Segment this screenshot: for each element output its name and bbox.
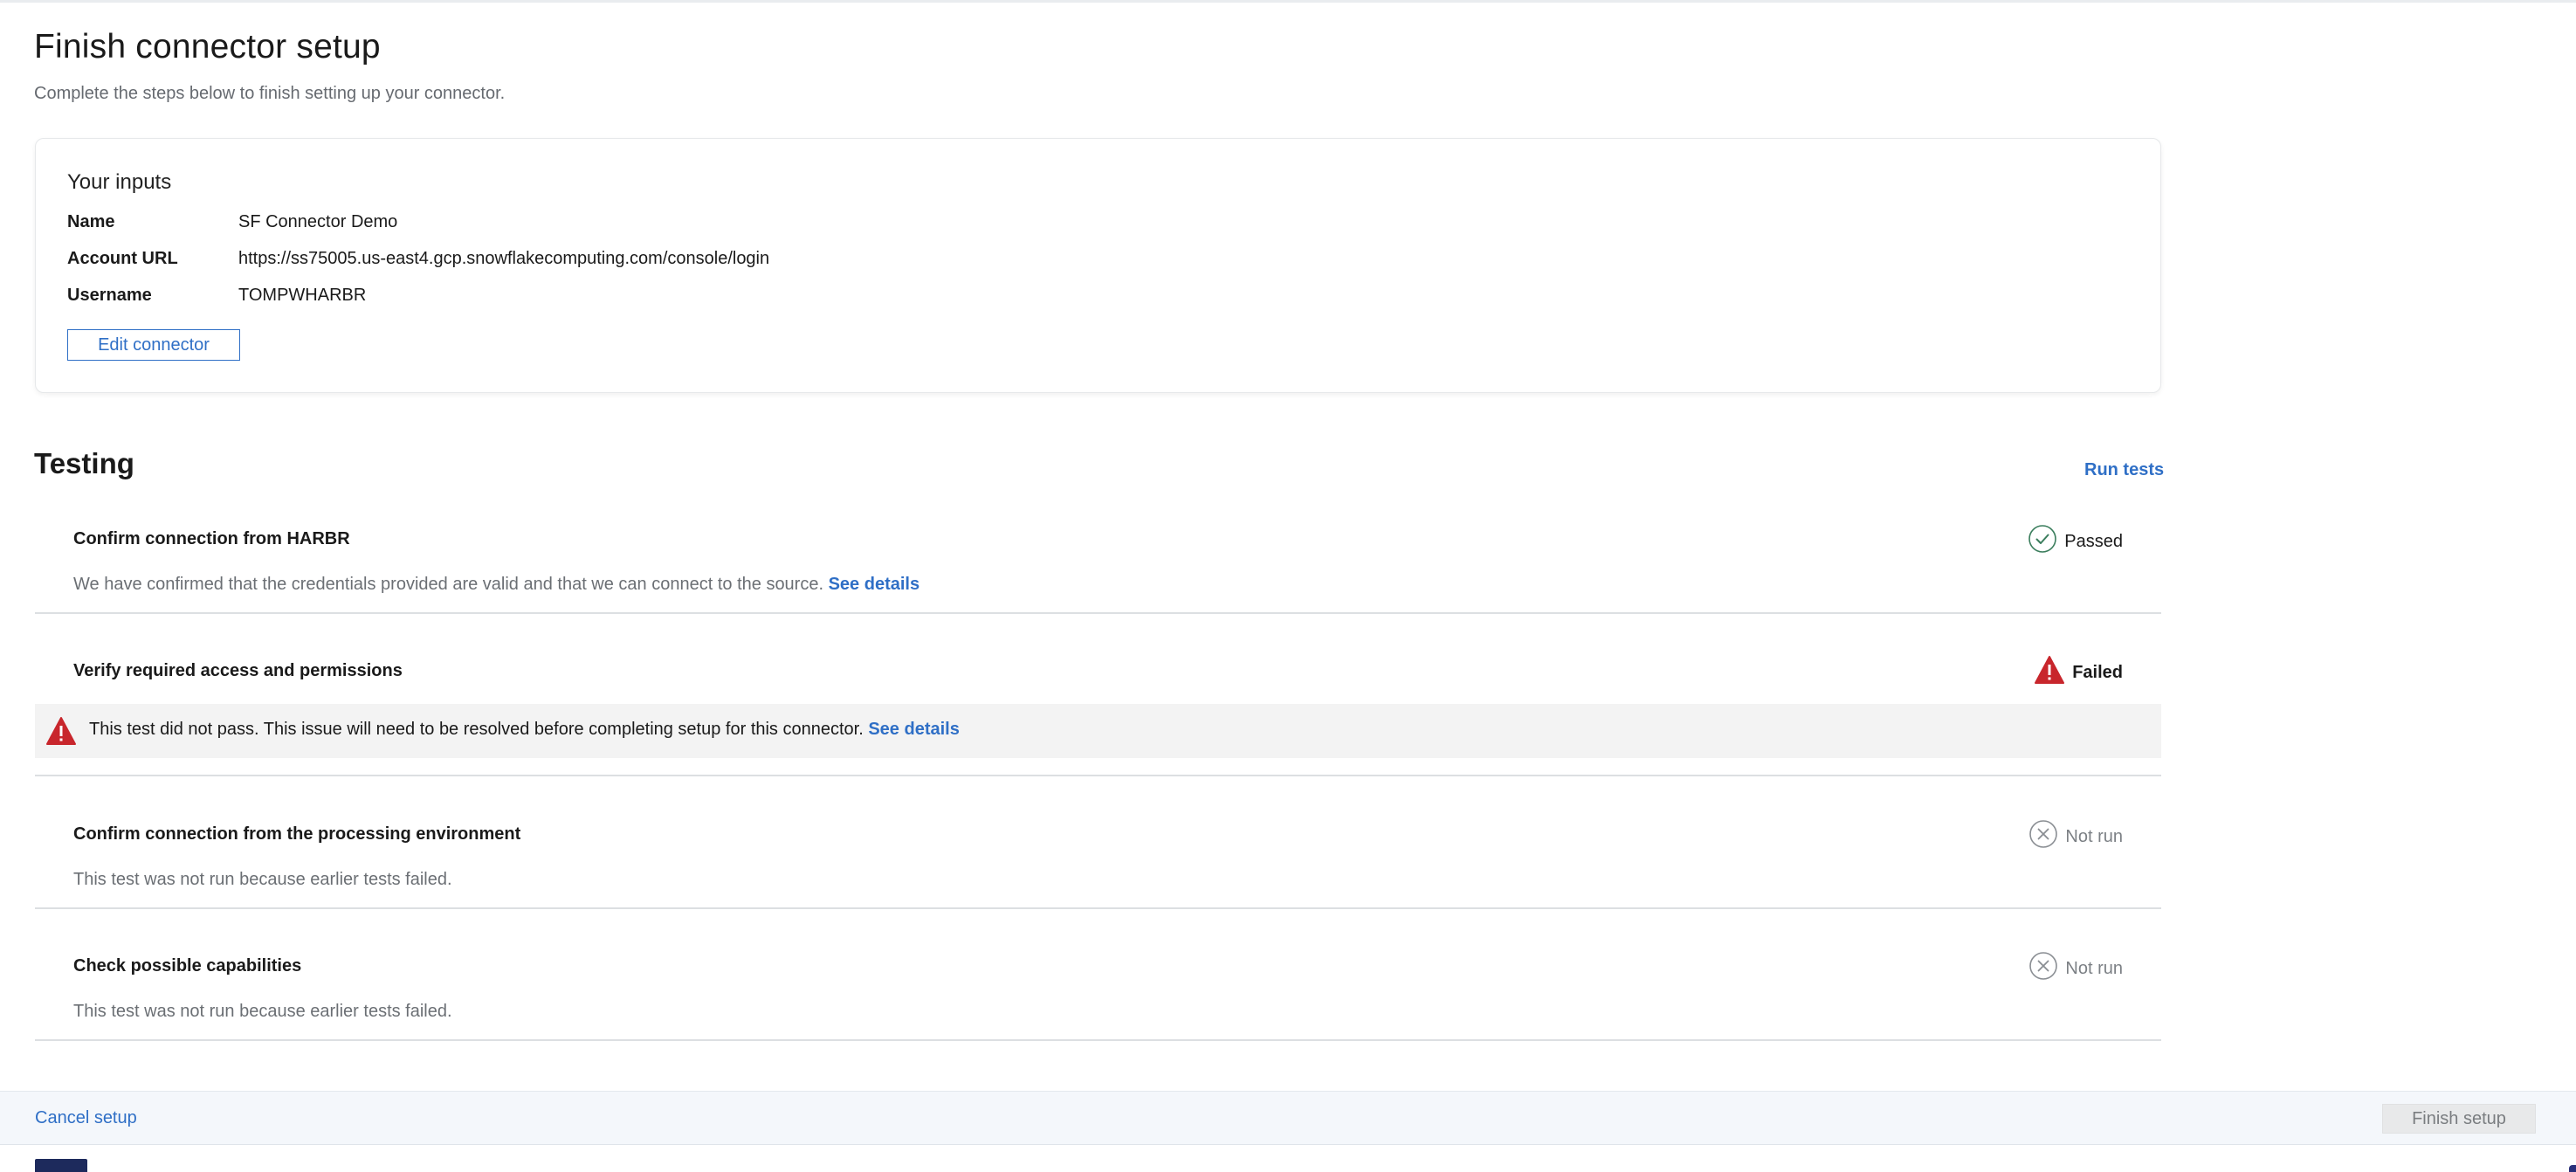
inputs-card: Your inputs Name SF Connector Demo Accou… bbox=[35, 138, 2161, 393]
field-value: SF Connector Demo bbox=[238, 212, 398, 231]
test-status: Not run bbox=[2028, 819, 2123, 854]
test-description-text: We have confirmed that the credentials p… bbox=[73, 575, 824, 594]
app-logo-badge bbox=[35, 1159, 87, 1172]
status-text: Not run bbox=[2065, 958, 2123, 978]
x-circle-icon bbox=[2028, 819, 2058, 854]
test-row-capabilities: Check possible capabilities Not run This… bbox=[35, 940, 2161, 1041]
test-description: This test was not run because earlier te… bbox=[73, 870, 452, 889]
test-name: Confirm connection from the processing e… bbox=[73, 824, 521, 844]
test-status: Failed bbox=[2034, 655, 2123, 690]
finish-setup-button[interactable]: Finish setup bbox=[2382, 1104, 2536, 1134]
field-label: Name bbox=[67, 212, 115, 231]
footer-bar: Cancel setup Finish setup bbox=[0, 1091, 2576, 1145]
status-text: Passed bbox=[2064, 531, 2123, 551]
failure-banner-text: This test did not pass. This issue will … bbox=[89, 720, 960, 740]
test-status: Not run bbox=[2028, 951, 2123, 986]
field-value: https://ss75005.us-east4.gcp.snowflakeco… bbox=[238, 249, 770, 268]
top-border bbox=[0, 0, 2576, 3]
failure-banner: This test did not pass. This issue will … bbox=[35, 704, 2161, 758]
check-circle-icon bbox=[2028, 524, 2057, 559]
test-status: Passed bbox=[2028, 524, 2123, 559]
test-description-text: This test did not pass. This issue will … bbox=[89, 720, 864, 739]
warning-triangle-icon bbox=[45, 716, 77, 750]
test-row-harbr-connection: Confirm connection from HARBR Passed We … bbox=[35, 511, 2161, 614]
test-description: This test was not run because earlier te… bbox=[73, 1002, 452, 1021]
see-details-link[interactable]: See details bbox=[868, 720, 960, 739]
see-details-link[interactable]: See details bbox=[829, 575, 920, 594]
status-text: Not run bbox=[2065, 826, 2123, 846]
test-description: We have confirmed that the credentials p… bbox=[73, 575, 920, 595]
test-row-access-permissions: Verify required access and permissions F… bbox=[35, 644, 2161, 776]
edit-connector-button[interactable]: Edit connector bbox=[67, 329, 240, 361]
page-subtitle: Complete the steps below to finish setti… bbox=[34, 84, 506, 103]
test-name: Check possible capabilities bbox=[73, 956, 302, 976]
x-circle-icon bbox=[2028, 951, 2058, 986]
field-label: Username bbox=[67, 286, 152, 305]
inputs-title: Your inputs bbox=[67, 170, 172, 194]
test-row-processing-environment: Confirm connection from the processing e… bbox=[35, 808, 2161, 909]
warning-triangle-icon bbox=[2034, 655, 2065, 690]
testing-title: Testing bbox=[34, 447, 134, 479]
help-widget-icon[interactable] bbox=[2569, 1165, 2576, 1172]
field-value: TOMPWHARBR bbox=[238, 286, 367, 305]
status-text: Failed bbox=[2072, 662, 2123, 682]
page-title: Finish connector setup bbox=[34, 28, 381, 65]
test-name: Verify required access and permissions bbox=[73, 661, 403, 680]
run-tests-link[interactable]: Run tests bbox=[2084, 460, 2164, 480]
test-name: Confirm connection from HARBR bbox=[73, 529, 350, 548]
field-label: Account URL bbox=[67, 249, 178, 268]
cancel-setup-link[interactable]: Cancel setup bbox=[35, 1108, 137, 1128]
